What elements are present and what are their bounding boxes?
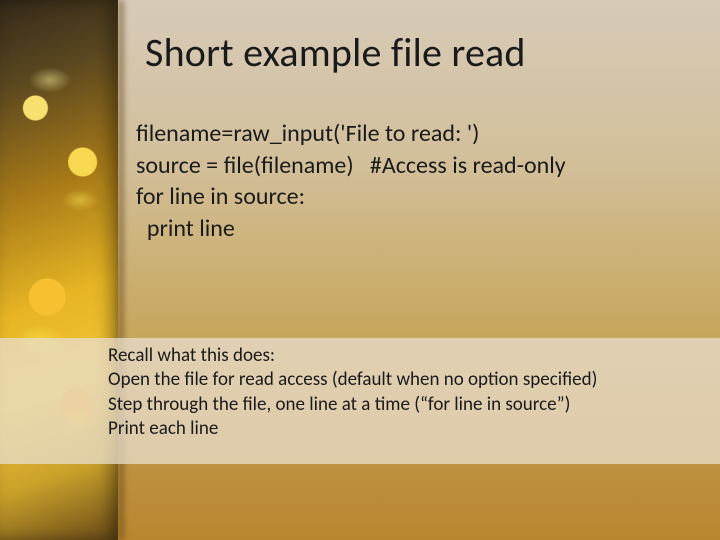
- code-line: for line in source:: [136, 182, 305, 211]
- code-line: filename=raw_input('File to read: '): [136, 119, 479, 148]
- code-block: filename=raw_input('File to read: ') sou…: [136, 118, 696, 245]
- code-line: source = file(filename) #Access is read-…: [136, 151, 566, 180]
- explain-line: Step through the file, one line at a tim…: [108, 393, 708, 417]
- explain-line: Recall what this does:: [108, 344, 708, 368]
- slide-title: Short example file read: [145, 28, 695, 77]
- slide: Short example file read filename=raw_inp…: [0, 0, 720, 540]
- explain-line: Print each line: [108, 417, 708, 441]
- explanation-text: Recall what this does: Open the file for…: [108, 344, 708, 441]
- explain-line: Open the file for read access (default w…: [108, 368, 708, 392]
- code-line: print line: [136, 214, 235, 243]
